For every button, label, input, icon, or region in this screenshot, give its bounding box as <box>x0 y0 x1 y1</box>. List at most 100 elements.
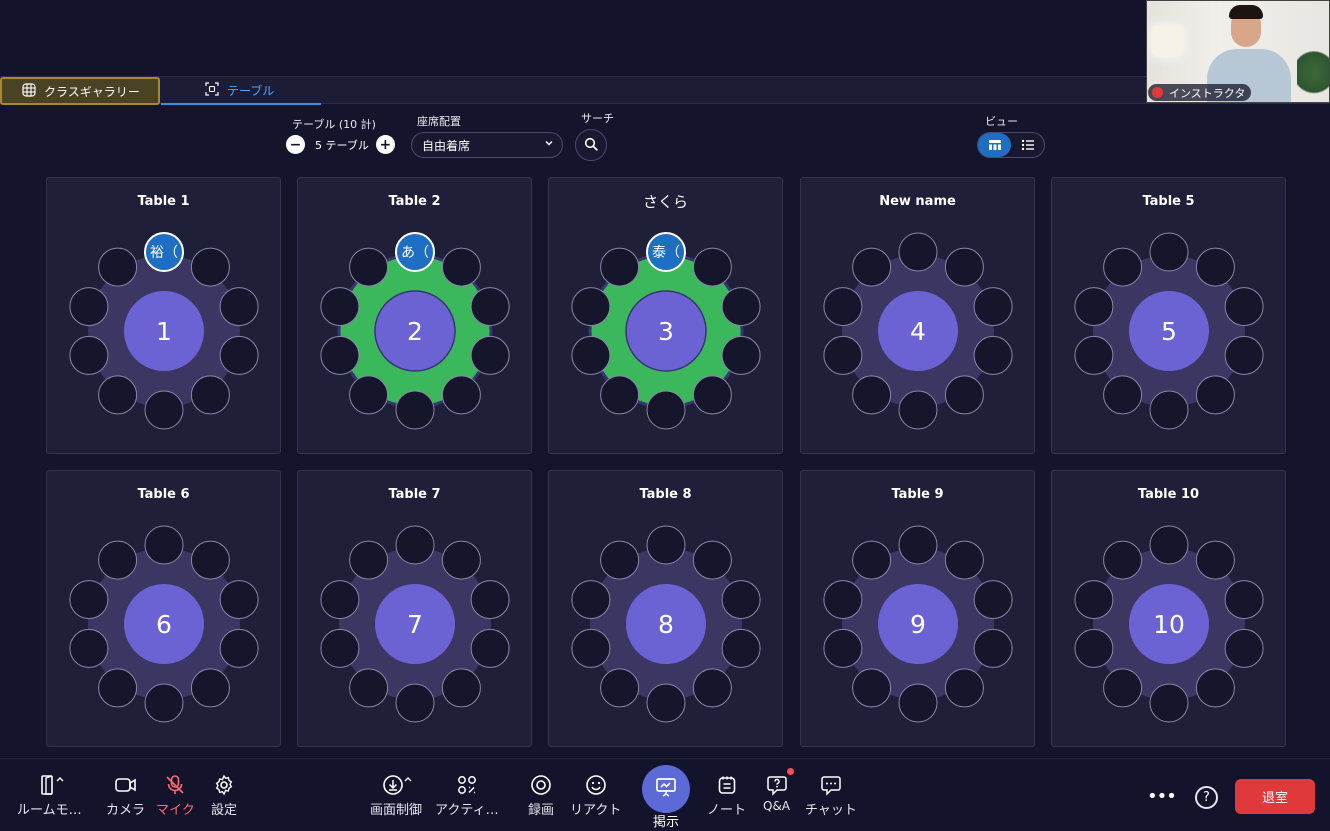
seat-empty[interactable] <box>320 335 360 375</box>
tables-plus-button[interactable]: + <box>375 135 395 154</box>
more-options-button[interactable]: ••• <box>1147 786 1177 807</box>
seat-empty[interactable] <box>1149 525 1189 565</box>
seat-empty[interactable] <box>571 335 611 375</box>
seat-empty[interactable] <box>600 375 640 415</box>
seat-empty[interactable] <box>1103 668 1143 708</box>
seat-empty[interactable] <box>944 247 984 287</box>
seat-empty[interactable] <box>646 390 686 430</box>
seat-empty[interactable] <box>98 668 138 708</box>
seat-empty[interactable] <box>852 668 892 708</box>
seating-select[interactable]: 自由着席 <box>411 132 563 158</box>
seat-empty[interactable] <box>470 628 510 668</box>
table-card[interactable]: Table 10 10 <box>1051 470 1286 747</box>
seat-empty[interactable] <box>349 247 389 287</box>
seat-empty[interactable] <box>1149 683 1189 723</box>
seat-empty[interactable] <box>219 580 259 620</box>
screen-control-button[interactable]: 画面制御 <box>370 772 422 818</box>
seat-empty[interactable] <box>1103 375 1143 415</box>
seat-empty[interactable] <box>721 287 761 327</box>
help-button[interactable]: ? <box>1195 786 1218 809</box>
seat-empty[interactable] <box>898 390 938 430</box>
seat-empty[interactable] <box>823 335 863 375</box>
seat-empty[interactable] <box>441 540 481 580</box>
seat-empty[interactable] <box>1103 540 1143 580</box>
seat-empty[interactable] <box>1149 390 1189 430</box>
search-button[interactable] <box>575 129 607 161</box>
seat-empty[interactable] <box>898 525 938 565</box>
reaction-button[interactable]: リアクト <box>570 772 621 818</box>
seat-empty[interactable] <box>852 540 892 580</box>
seat-empty[interactable] <box>973 580 1013 620</box>
table-card[interactable]: Table 6 6 <box>46 470 281 747</box>
seat-empty[interactable] <box>944 540 984 580</box>
seat-empty[interactable] <box>349 375 389 415</box>
seat-empty[interactable] <box>219 628 259 668</box>
seat-empty[interactable] <box>441 668 481 708</box>
mic-button[interactable]: マイク <box>156 772 195 818</box>
seat-empty[interactable] <box>944 668 984 708</box>
seat-empty[interactable] <box>692 375 732 415</box>
table-card[interactable]: Table 7 7 <box>297 470 532 747</box>
record-button[interactable]: 録画 <box>528 772 554 818</box>
seat-empty[interactable] <box>470 335 510 375</box>
seat-empty[interactable] <box>571 580 611 620</box>
seat-empty[interactable] <box>190 540 230 580</box>
table-card[interactable]: Table 9 9 <box>800 470 1035 747</box>
seat-empty[interactable] <box>823 287 863 327</box>
seat-empty[interactable] <box>320 287 360 327</box>
table-card[interactable]: Table 1 裕（ 1 <box>46 177 281 454</box>
seat-empty[interactable] <box>973 628 1013 668</box>
seat-empty[interactable] <box>1195 668 1235 708</box>
seat-empty[interactable] <box>1195 375 1235 415</box>
seat-empty[interactable] <box>898 232 938 272</box>
seat-empty[interactable] <box>571 287 611 327</box>
seat-empty[interactable] <box>721 580 761 620</box>
seat-empty[interactable] <box>470 580 510 620</box>
seat-empty[interactable] <box>721 628 761 668</box>
seat-empty[interactable] <box>852 375 892 415</box>
seat-empty[interactable] <box>898 683 938 723</box>
table-card[interactable]: さくら 泰（ 3 <box>548 177 783 454</box>
seat-empty[interactable] <box>973 287 1013 327</box>
seat-empty[interactable] <box>98 375 138 415</box>
activity-button[interactable]: アクティ… <box>435 772 499 818</box>
seat-empty[interactable] <box>470 287 510 327</box>
tab-table[interactable]: テーブル <box>161 77 321 105</box>
seat-empty[interactable] <box>441 247 481 287</box>
camera-button[interactable]: カメラ <box>106 772 145 818</box>
seat-empty[interactable] <box>646 683 686 723</box>
seat-empty[interactable] <box>1074 287 1114 327</box>
seat-empty[interactable] <box>395 390 435 430</box>
seat-empty[interactable] <box>190 375 230 415</box>
seat-empty[interactable] <box>320 628 360 668</box>
seat-empty[interactable] <box>1224 335 1264 375</box>
seat-empty[interactable] <box>692 540 732 580</box>
seat-empty[interactable] <box>1074 580 1114 620</box>
seat-empty[interactable] <box>349 668 389 708</box>
seat-empty[interactable] <box>721 335 761 375</box>
seat-empty[interactable] <box>190 668 230 708</box>
table-card[interactable]: New name 4 <box>800 177 1035 454</box>
seat-empty[interactable] <box>646 525 686 565</box>
seat-empty[interactable] <box>320 580 360 620</box>
seat-empty[interactable] <box>1195 247 1235 287</box>
room-mode-button[interactable]: ルームモ… <box>17 772 82 818</box>
seat-empty[interactable] <box>395 683 435 723</box>
seat-empty[interactable] <box>973 335 1013 375</box>
seat-empty[interactable] <box>219 335 259 375</box>
view-list-button[interactable] <box>1011 133 1044 157</box>
table-card[interactable]: Table 5 5 <box>1051 177 1286 454</box>
view-grid-button[interactable] <box>978 133 1011 157</box>
present-button[interactable] <box>642 765 690 813</box>
seat-empty[interactable] <box>144 525 184 565</box>
seat-empty[interactable] <box>69 287 109 327</box>
seat-empty[interactable] <box>692 668 732 708</box>
tables-minus-button[interactable]: − <box>286 135 305 154</box>
seat-empty[interactable] <box>395 525 435 565</box>
seat-empty[interactable] <box>1074 628 1114 668</box>
leave-button[interactable]: 退室 <box>1235 779 1315 814</box>
seat-empty[interactable] <box>98 247 138 287</box>
seat-empty[interactable] <box>823 628 863 668</box>
settings-button[interactable]: 設定 <box>211 772 237 818</box>
seat-empty[interactable] <box>190 247 230 287</box>
